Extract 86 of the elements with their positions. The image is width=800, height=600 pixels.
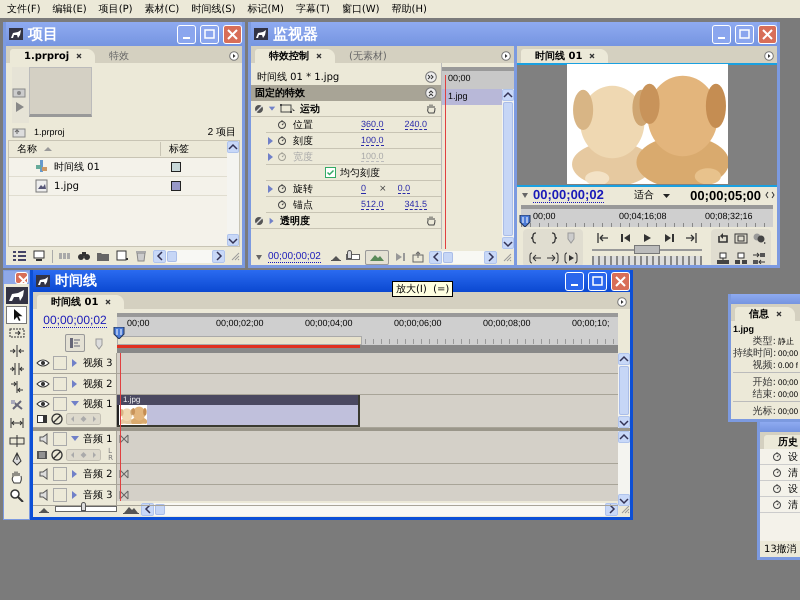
- ruler-label: 00;00;08;00: [483, 318, 531, 328]
- menu-item[interactable]: 素材(C): [140, 1, 184, 17]
- history-item[interactable]: 清: [760, 465, 800, 481]
- panel-tab[interactable]: 时间线 01: [521, 49, 608, 63]
- info-label: 开始:: [752, 376, 776, 388]
- panel-tab[interactable]: 时间线 01: [37, 295, 124, 309]
- zoom-dropdown[interactable]: 适合: [634, 188, 671, 202]
- column-header[interactable]: 标签: [161, 142, 189, 156]
- project-name: 1.prproj: [34, 126, 65, 136]
- property-name: 宽度: [292, 150, 314, 164]
- clip-bar: 1.jpg: [442, 89, 502, 105]
- menu-item[interactable]: 项目(P): [94, 1, 138, 17]
- value-field: 100.0: [361, 151, 384, 162]
- info-value: 00;00: [778, 390, 798, 399]
- timecode[interactable]: 00;00;00;02: [533, 187, 604, 203]
- value-field[interactable]: 0.0: [398, 183, 410, 194]
- file-name[interactable]: 1.jpg: [54, 180, 80, 192]
- track-name: 视频 3: [83, 356, 113, 370]
- ruler-label: 00;04;16;08: [619, 211, 667, 221]
- panel-tab[interactable]: 特效控制: [255, 49, 335, 63]
- track-name: 音频 3: [83, 488, 113, 502]
- panel-tab[interactable]: 信息: [735, 307, 795, 321]
- track-name: 音频 2: [83, 468, 113, 481]
- info-value: 00;00: [778, 407, 798, 416]
- panel-tab[interactable]: 历史: [764, 435, 800, 449]
- track-name: 视频 1: [83, 398, 113, 411]
- file-name[interactable]: 时间线 01: [54, 160, 100, 174]
- ruler-label: 00;00;02;00: [216, 318, 264, 328]
- timecode[interactable]: 00;00;00;02: [268, 251, 321, 263]
- value-field[interactable]: 360.0: [361, 119, 384, 130]
- value-field[interactable]: 0: [361, 183, 366, 194]
- window-title: 时间线: [54, 272, 97, 290]
- checkbox-label[interactable]: 均匀刻度: [340, 166, 380, 180]
- window-title: 监视器: [272, 24, 318, 44]
- info-value: 00;00: [778, 349, 798, 358]
- value-field[interactable]: 512.0: [361, 199, 384, 210]
- item-count: 2 项目: [208, 126, 236, 138]
- track-name: 音频 1: [83, 432, 113, 446]
- undo-count: 13撤消: [760, 541, 800, 557]
- clip[interactable]: 1.jpg: [117, 395, 360, 427]
- history-item[interactable]: 清: [760, 497, 800, 513]
- clip-name: 1.jpg: [733, 324, 756, 334]
- menu-item[interactable]: 编辑(E): [48, 1, 92, 17]
- window-title: 项目: [26, 24, 58, 44]
- value-field[interactable]: 240.0: [404, 119, 428, 130]
- value-field[interactable]: 341.5: [404, 199, 428, 210]
- separator-text: ×: [379, 184, 387, 194]
- column-header[interactable]: 名称: [17, 142, 37, 156]
- section-title: 固定的特效: [255, 86, 305, 100]
- clip-name: 1.jpg: [117, 395, 358, 405]
- ruler-label: 00;08;32;16: [705, 211, 753, 221]
- tooltip: 放大(I) (=): [392, 281, 454, 297]
- info-label: 类型:: [752, 334, 776, 348]
- info-label: 结束:: [752, 388, 776, 401]
- effect-name[interactable]: 透明度: [280, 214, 310, 228]
- property-name: 旋转: [292, 182, 314, 196]
- track-name: 视频 2: [83, 378, 113, 391]
- ruler-label: 00;00: [448, 73, 471, 83]
- ruler-label: 00;00: [533, 211, 556, 221]
- info-label: 视频:: [752, 358, 776, 372]
- effect-name[interactable]: 运动: [300, 102, 320, 116]
- duration-text: 00;00;05;00: [690, 188, 761, 202]
- menu-item[interactable]: 帮助(H): [386, 1, 432, 17]
- clip-name: 时间线 01 * 1.jpg: [257, 70, 340, 84]
- info-value: 静止: [778, 336, 794, 347]
- menu-item[interactable]: 标记(M): [242, 1, 289, 17]
- history-item[interactable]: 设: [760, 481, 800, 497]
- ruler-label: 00;00;10;: [572, 318, 610, 328]
- info-label: 光标:: [752, 404, 776, 418]
- menu-item[interactable]: 时间线(S): [186, 1, 240, 17]
- ruler-label: 00;00;04;00: [305, 318, 353, 328]
- value-field[interactable]: 100.0: [361, 135, 384, 146]
- menu-item[interactable]: 字幕(T): [290, 1, 335, 17]
- property-name: 锚点: [292, 198, 314, 212]
- history-item[interactable]: 设: [760, 449, 800, 465]
- ruler-label: 00;00: [127, 318, 150, 328]
- info-value: 0.00 f: [778, 361, 798, 370]
- property-name: 刻度: [292, 134, 314, 148]
- panel-tab[interactable]: 1.prproj: [10, 49, 96, 63]
- menu-item[interactable]: 文件(F): [2, 1, 46, 17]
- property-name: 位置: [292, 118, 314, 132]
- info-value: 00;00: [778, 378, 798, 387]
- ruler-label: 00;00;06;00: [394, 318, 442, 328]
- menu-item[interactable]: 窗口(W): [336, 1, 385, 17]
- timecode[interactable]: 00;00;00;02: [43, 313, 107, 328]
- info-label: 持续时间:: [733, 346, 776, 360]
